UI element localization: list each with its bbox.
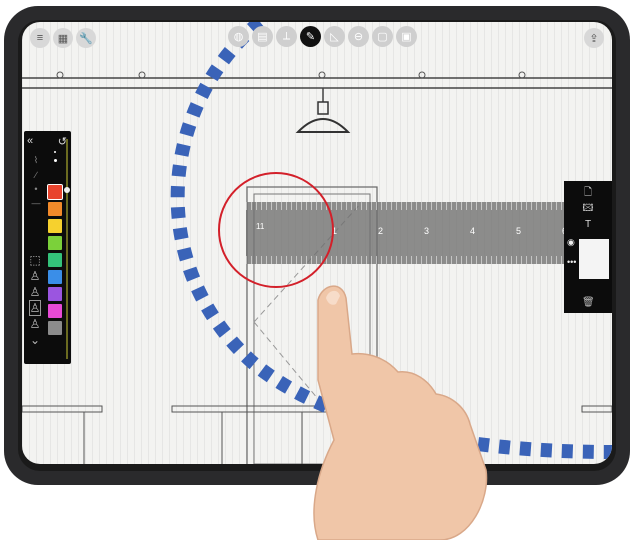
ceiling-fixture (56, 71, 64, 79)
shape-tool-icon[interactable]: ⟂ (276, 26, 297, 47)
table-left (22, 405, 103, 413)
stack-tool-icon[interactable]: ▤ (252, 26, 273, 47)
door-swing-line (253, 321, 363, 453)
ruler-number: 2 (378, 226, 384, 236)
size-dot[interactable] (53, 159, 57, 162)
size-dot[interactable] (54, 151, 56, 153)
lamp-socket (317, 101, 329, 115)
ceiling-fixture (138, 71, 146, 79)
table-center (171, 405, 363, 413)
eraser-tool-icon[interactable]: ◍ (228, 26, 249, 47)
new-layer-icon[interactable]: 🗋 (580, 187, 596, 199)
slider-thumb[interactable] (64, 187, 70, 194)
chevron-down-icon[interactable]: ⌄ (30, 333, 40, 347)
brush-palette: « ↺ ⌇ ∕ • — ⬚ ♙ ♙ ♙ ♙ ⌄ (24, 131, 71, 364)
color-swatch[interactable] (48, 270, 62, 284)
color-swatch[interactable] (48, 219, 62, 233)
canvas-screen[interactable]: ≡ ▦ 🔧 ◍ ▤ ⟂ ✎ ◺ ⊖ ▢ ▣ ⇪ « ↺ ⌇ ∕ • — ⬚ ♙ (22, 22, 612, 464)
wrench-icon[interactable]: 🔧 (76, 28, 96, 48)
figure-icon[interactable]: ♙ (30, 317, 41, 331)
pen-tool-icon[interactable]: ✎ (300, 26, 321, 47)
ceiling-fixture (318, 71, 326, 79)
angle-tool-icon[interactable]: ◺ (324, 26, 345, 47)
color-swatch[interactable] (48, 236, 62, 250)
share-icon[interactable]: ⇪ (584, 28, 604, 48)
palette-header: « ↺ (27, 135, 67, 148)
color-swatch[interactable] (48, 304, 62, 318)
trash-icon[interactable]: 🗑 (582, 297, 595, 308)
ceiling-fixture (418, 71, 426, 79)
figure-icon[interactable]: ♙ (28, 300, 42, 316)
left-toolbar: ≡ ▦ 🔧 (30, 28, 96, 48)
layer-thumbnail[interactable] (579, 239, 609, 279)
more-icon[interactable]: ••• (567, 257, 576, 267)
color-swatch[interactable] (48, 321, 62, 335)
color-swatch[interactable] (47, 184, 63, 200)
circle-tool-icon[interactable]: ⊖ (348, 26, 369, 47)
table-right (581, 405, 612, 413)
eye-icon[interactable]: ◉ (567, 237, 575, 248)
line-brush-icon[interactable]: — (32, 198, 41, 208)
lamp-shade (295, 118, 351, 133)
size-dots (48, 151, 62, 162)
brush-icon[interactable]: ⌇ (34, 155, 38, 166)
dot-brush-icon[interactable]: • (34, 184, 37, 194)
size-slider[interactable] (66, 139, 68, 359)
figure-icon[interactable]: ♙ (30, 285, 41, 299)
color-swatches (47, 184, 63, 335)
highlight-circle (218, 172, 334, 288)
ruler-number: 3 (424, 226, 430, 236)
figure-icon[interactable]: ♙ (30, 269, 41, 283)
text-layer-icon[interactable]: T (580, 219, 596, 231)
ceiling-fixture (518, 71, 526, 79)
draw-tools-list: ⬚ ♙ ♙ ♙ ♙ ⌄ (26, 253, 44, 347)
tool-bar: ◍ ▤ ⟂ ✎ ◺ ⊖ ▢ ▣ (228, 26, 417, 47)
ruler-number: 4 (470, 226, 476, 236)
color-swatch[interactable] (48, 202, 62, 216)
layers-panel: 🗋 🖾 T ◉ ••• 🗑 (564, 181, 612, 313)
ruler-number: 5 (516, 226, 522, 236)
image-tool-icon[interactable]: ▣ (396, 26, 417, 47)
marker-icon[interactable]: ∕ (35, 170, 37, 180)
frame-tool-icon[interactable]: ▢ (372, 26, 393, 47)
brush-type-list: ⌇ ∕ • — (27, 155, 45, 208)
menu-icon[interactable]: ≡ (30, 28, 50, 48)
collapse-icon[interactable]: « (27, 135, 33, 148)
fill-icon[interactable]: ⬚ (29, 253, 40, 267)
image-layer-icon[interactable]: 🖾 (580, 203, 596, 215)
color-swatch[interactable] (48, 287, 62, 301)
grid-icon[interactable]: ▦ (53, 28, 73, 48)
color-swatch[interactable] (48, 253, 62, 267)
